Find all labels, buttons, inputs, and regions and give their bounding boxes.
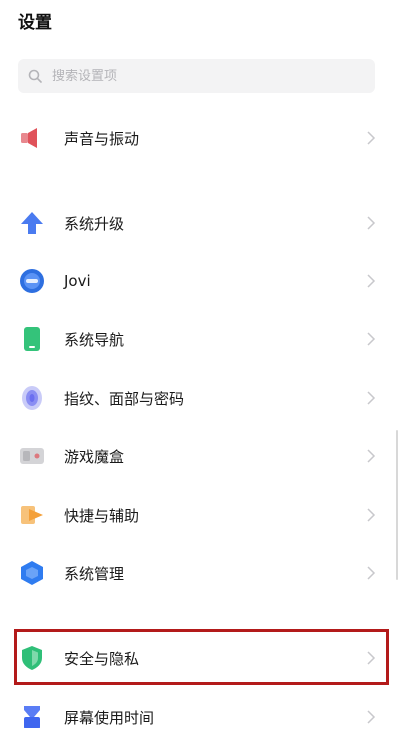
settings-item-label: 系统导航 [64, 330, 125, 349]
settings-item-label: 游戏魔盒 [64, 447, 125, 466]
settings-item-system-navigation[interactable]: 系统导航 [0, 310, 400, 368]
settings-item-label: Jovi [64, 272, 91, 290]
highlight-box [14, 629, 389, 685]
search-bar[interactable] [18, 59, 375, 93]
settings-item-fingerprint-face-password[interactable]: 指纹、面部与密码 [0, 369, 400, 427]
settings-item-label: 指纹、面部与密码 [64, 389, 185, 408]
jovi-icon [18, 267, 46, 295]
settings-item-label: 系统升级 [64, 214, 125, 233]
settings-item-label: 屏幕使用时间 [64, 708, 155, 727]
upgrade-arrow-icon [18, 209, 46, 237]
game-box-icon [18, 442, 46, 470]
chevron-right-icon [367, 508, 376, 522]
settings-item-jovi[interactable]: Jovi [0, 252, 400, 310]
chevron-right-icon [367, 391, 376, 405]
chevron-right-icon [367, 710, 376, 724]
chevron-right-icon [367, 332, 376, 346]
settings-item-label: 声音与振动 [64, 129, 140, 148]
settings-item-label: 系统管理 [64, 564, 125, 583]
speaker-icon [18, 124, 46, 152]
chevron-right-icon [367, 216, 376, 230]
page-title: 设置 [18, 13, 52, 33]
search-icon [28, 69, 42, 83]
settings-item-system-upgrade[interactable]: 系统升级 [0, 194, 400, 252]
settings-item-sound[interactable]: 声音与振动 [0, 109, 400, 167]
search-input[interactable] [52, 68, 332, 84]
system-management-icon [18, 559, 46, 587]
chevron-right-icon [367, 131, 376, 145]
shortcut-icon [18, 501, 46, 529]
chevron-right-icon [367, 566, 376, 580]
fingerprint-icon [18, 384, 46, 412]
settings-item-shortcuts-accessibility[interactable]: 快捷与辅助 [0, 486, 400, 544]
chevron-right-icon [367, 274, 376, 288]
settings-item-label: 快捷与辅助 [64, 506, 140, 525]
settings-item-game-box[interactable]: 游戏魔盒 [0, 427, 400, 485]
screen-time-icon [18, 703, 46, 731]
scrollbar[interactable] [396, 430, 398, 580]
chevron-right-icon [367, 449, 376, 463]
settings-item-system-management[interactable]: 系统管理 [0, 544, 400, 602]
phone-navigation-icon [18, 325, 46, 353]
settings-item-screen-time[interactable]: 屏幕使用时间 [0, 688, 400, 746]
